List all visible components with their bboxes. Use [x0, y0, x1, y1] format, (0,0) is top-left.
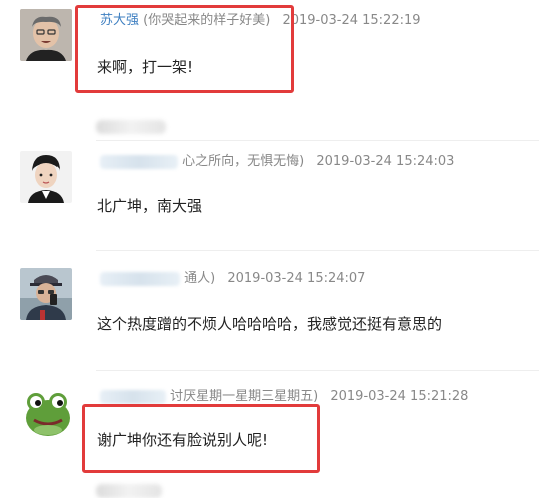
- comment-meta: 通人) 2019-03-24 15:24:07: [100, 269, 365, 289]
- divider: [96, 370, 539, 371]
- actor-avatar-icon[interactable]: [20, 151, 72, 203]
- timestamp: 2019-03-24 15:21:28: [330, 389, 469, 404]
- comment-text: 这个热度蹭的不烦人哈哈哈哈，我感觉还挺有意思的: [97, 315, 443, 333]
- nickname: 讨厌星期一星期三星期五): [170, 389, 319, 404]
- divider: [96, 250, 539, 251]
- timestamp: 2019-03-24 15:24:03: [316, 154, 455, 169]
- blurred-content: [96, 120, 166, 134]
- man-on-phone-avatar-icon[interactable]: [20, 268, 72, 320]
- comment-text: 北广坤，南大强: [97, 197, 203, 215]
- timestamp: 2019-03-24 15:24:07: [227, 271, 366, 286]
- nickname: 心之所向，无惧无悔): [182, 154, 305, 169]
- old-man-avatar-icon[interactable]: [20, 9, 72, 61]
- divider: [96, 140, 539, 141]
- username-blurred[interactable]: [100, 389, 166, 404]
- nickname: 通人): [184, 271, 216, 286]
- username-blurred[interactable]: [100, 154, 178, 169]
- comment-meta: 心之所向，无惧无悔) 2019-03-24 15:24:03: [100, 152, 454, 172]
- frog-avatar-icon[interactable]: [20, 384, 76, 436]
- timestamp: 2019-03-24 15:22:19: [282, 13, 421, 28]
- highlight-box: [75, 5, 294, 93]
- highlight-box: [82, 404, 320, 473]
- username-blurred[interactable]: [100, 271, 180, 286]
